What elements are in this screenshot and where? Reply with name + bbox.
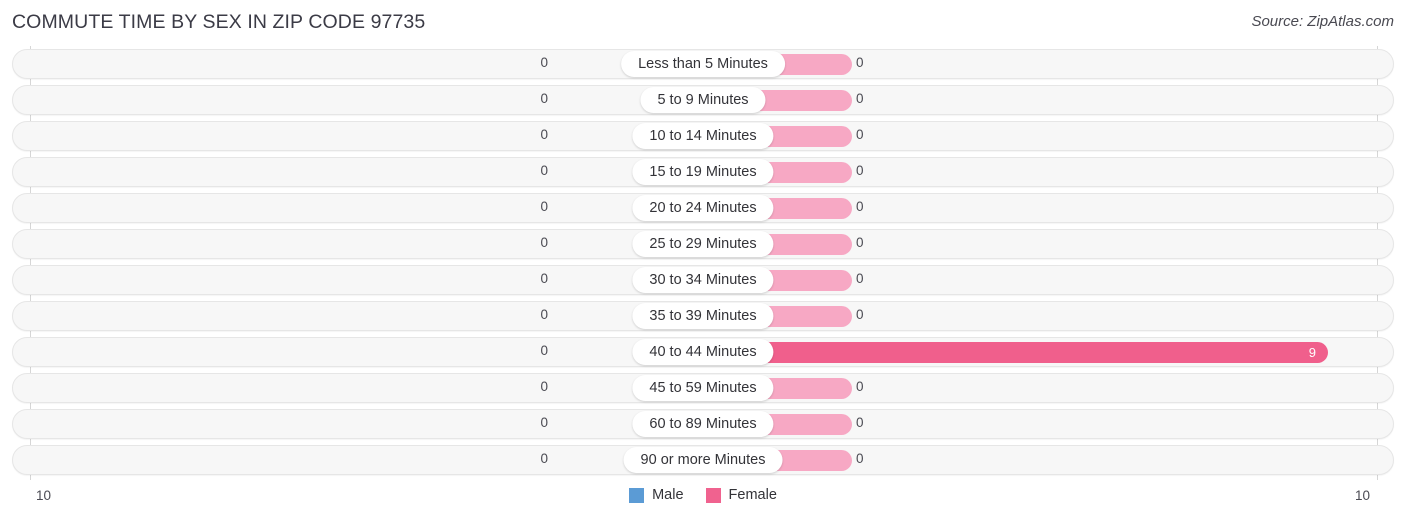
value-label-male: 0 — [540, 199, 548, 214]
value-label-male: 0 — [540, 91, 548, 106]
chart-row[interactable]: 0 0 5 to 9 Minutes — [0, 82, 1406, 118]
value-label-male: 0 — [540, 55, 548, 70]
category-label-pill: 35 to 39 Minutes — [632, 303, 774, 329]
value-label-male: 0 — [540, 343, 548, 358]
value-label-female: 0 — [856, 451, 864, 466]
value-label-female: 0 — [856, 379, 864, 394]
value-label-female: 9 — [1308, 345, 1316, 360]
chart-row[interactable]: 0 0 15 to 19 Minutes — [0, 154, 1406, 190]
value-label-female: 0 — [856, 307, 864, 322]
value-label-female: 0 — [856, 127, 864, 142]
legend-swatch-male-icon — [629, 487, 645, 503]
value-label-male: 0 — [540, 415, 548, 430]
category-label-pill: Less than 5 Minutes — [621, 51, 785, 77]
chart-row[interactable]: 0 0 25 to 29 Minutes — [0, 226, 1406, 262]
chart-row[interactable]: 0 0 90 or more Minutes — [0, 442, 1406, 478]
legend-item-male[interactable]: Male — [629, 487, 684, 503]
category-label-pill: 5 to 9 Minutes — [640, 87, 766, 113]
legend-item-female[interactable]: Female — [705, 487, 777, 503]
chart-row[interactable]: 0 0 45 to 59 Minutes — [0, 370, 1406, 406]
category-label-pill: 15 to 19 Minutes — [632, 159, 774, 185]
chart-row[interactable]: 0 0 60 to 89 Minutes — [0, 406, 1406, 442]
value-label-female: 0 — [856, 163, 864, 178]
chart-row[interactable]: 9 0 40 to 44 Minutes — [0, 334, 1406, 370]
category-label-pill: 25 to 29 Minutes — [632, 231, 774, 257]
value-label-female: 0 — [856, 199, 864, 214]
chart-plot-area: 0 0 Less than 5 Minutes 0 0 5 to 9 Minutes 0 0 1… — [0, 46, 1406, 480]
source-attribution: Source: ZipAtlas.com — [1251, 13, 1394, 30]
category-label-pill: 40 to 44 Minutes — [632, 339, 774, 365]
value-label-male: 0 — [540, 235, 548, 250]
value-label-male: 0 — [540, 451, 548, 466]
legend-label-female: Female — [728, 487, 777, 503]
chart-row[interactable]: 0 0 20 to 24 Minutes — [0, 190, 1406, 226]
value-label-male: 0 — [540, 307, 548, 322]
chart-row[interactable]: 0 0 Less than 5 Minutes — [0, 46, 1406, 82]
category-label-pill: 20 to 24 Minutes — [632, 195, 774, 221]
value-label-male: 0 — [540, 379, 548, 394]
value-label-female: 0 — [856, 415, 864, 430]
category-label-pill: 45 to 59 Minutes — [632, 375, 774, 401]
value-label-male: 0 — [540, 163, 548, 178]
bar-female[interactable]: 9 — [703, 342, 1328, 363]
chart-row[interactable]: 0 0 10 to 14 Minutes — [0, 118, 1406, 154]
chart-row[interactable]: 0 0 35 to 39 Minutes — [0, 298, 1406, 334]
value-label-female: 0 — [856, 271, 864, 286]
value-label-male: 0 — [540, 127, 548, 142]
value-label-male: 0 — [540, 271, 548, 286]
chart-row[interactable]: 0 0 30 to 34 Minutes — [0, 262, 1406, 298]
chart-footer: 10 10 Male Female — [0, 480, 1406, 523]
value-label-female: 0 — [856, 55, 864, 70]
value-label-female: 0 — [856, 235, 864, 250]
legend-label-male: Male — [652, 487, 684, 503]
chart-header: COMMUTE TIME BY SEX IN ZIP CODE 97735 So… — [0, 0, 1406, 46]
category-label-pill: 60 to 89 Minutes — [632, 411, 774, 437]
category-label-pill: 10 to 14 Minutes — [632, 123, 774, 149]
chart-legend: Male Female — [0, 487, 1406, 503]
value-label-female: 0 — [856, 91, 864, 106]
category-label-pill: 30 to 34 Minutes — [632, 267, 774, 293]
page-title: COMMUTE TIME BY SEX IN ZIP CODE 97735 — [12, 11, 426, 33]
legend-swatch-female-icon — [705, 487, 721, 503]
category-label-pill: 90 or more Minutes — [623, 447, 783, 473]
